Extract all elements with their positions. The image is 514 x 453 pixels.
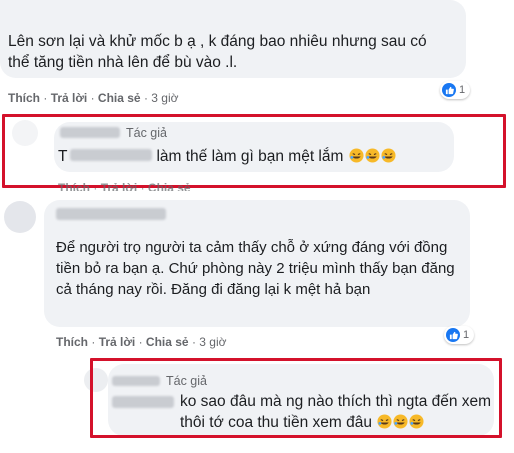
highlight-box <box>2 114 506 188</box>
share-link[interactable]: Chia sẻ <box>146 335 189 349</box>
redacted-author-name <box>56 208 166 220</box>
comment-actions: Thích · Trả lời · Chia sẻ · 3 giờ <box>56 335 227 349</box>
highlight-box <box>90 358 502 438</box>
reaction-count-label: 1 <box>459 84 466 96</box>
reply-actions: Thích · Trả lời · Chia sẻ <box>58 181 191 191</box>
reply-link[interactable]: Trả lời <box>99 335 136 349</box>
reply-link[interactable]: Trả lời <box>101 181 138 191</box>
comment-bubble: Để người trọ người ta cảm thấy chỗ ở xứn… <box>44 200 470 327</box>
avatar[interactable] <box>4 201 36 233</box>
like-link[interactable]: Thích <box>8 91 40 105</box>
comment-text: Lên sơn lại và khử mốc b ạ , k đáng bao … <box>8 33 427 71</box>
reaction-count-label: 1 <box>463 329 470 341</box>
timestamp[interactable]: 3 giờ <box>199 335 226 349</box>
comment-bubble: Lên sơn lại và khử mốc b ạ , k đáng bao … <box>0 0 466 78</box>
reaction-count[interactable]: 1 <box>440 81 471 99</box>
like-link[interactable]: Thích <box>56 335 88 349</box>
comment-text: Để người trọ người ta cảm thấy chỗ ở xứn… <box>56 239 455 298</box>
thumbs-up-icon <box>442 83 456 97</box>
reply-link[interactable]: Trả lời <box>51 91 88 105</box>
timestamp[interactable]: 3 giờ <box>151 91 178 105</box>
share-link[interactable]: Chia sẻ <box>98 91 141 105</box>
thumbs-up-icon <box>446 328 460 342</box>
share-link[interactable]: Chia sẻ <box>148 181 191 191</box>
comment-actions: Thích · Trả lời · Chia sẻ · 3 giờ <box>8 91 179 105</box>
like-link[interactable]: Thích <box>58 181 90 191</box>
reaction-count[interactable]: 1 <box>444 326 475 344</box>
